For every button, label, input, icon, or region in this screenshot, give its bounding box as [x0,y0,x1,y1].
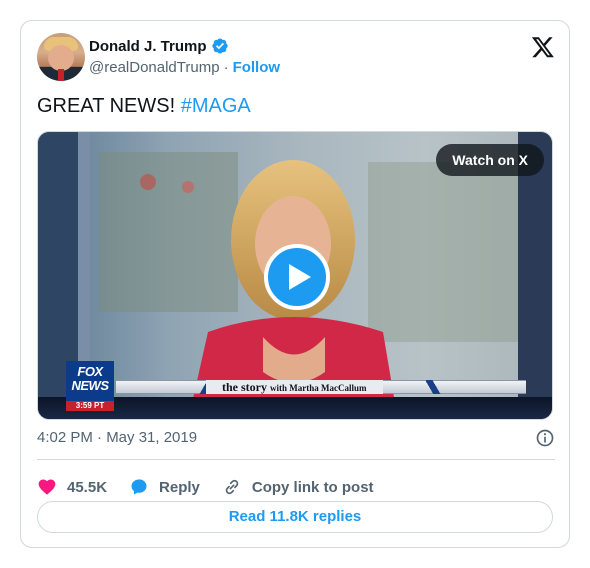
tweet-body: GREAT NEWS! [37,95,181,117]
author-name-row: Donald J. Trump [89,37,229,55]
timestamp-row: 4:02 PM · May 31, 2019 [37,428,555,448]
x-logo-icon[interactable] [531,35,555,59]
separator-dot: · [223,59,229,76]
reply-label: Reply [159,478,200,496]
like-button[interactable]: 45.5K [37,469,107,505]
show-host-text: with Martha MacCallum [270,383,367,393]
copy-link-label: Copy link to post [251,478,374,496]
play-button[interactable] [264,244,330,310]
copy-link-button[interactable]: Copy link to post [222,469,374,505]
tweet-embed-card[interactable]: Donald J. Trump @realDonaldTrump · Follo… [20,20,570,548]
reply-button[interactable]: Reply [129,469,200,505]
info-icon[interactable] [535,428,555,448]
author-handle-row: @realDonaldTrump · Follow [89,59,280,76]
play-icon [289,264,311,290]
network-logo: FOX NEWS 3:59 PT [66,361,114,411]
video-player[interactable]: Watch on X the story with Martha MacCall… [37,131,553,420]
read-replies-button[interactable]: Read 11.8K replies [37,501,553,533]
heart-icon [38,479,56,495]
tweet-timestamp[interactable]: 4:02 PM · May 31, 2019 [37,429,197,446]
watch-on-x-button[interactable]: Watch on X [436,144,544,176]
link-icon [225,479,239,495]
like-count: 45.5K [67,478,108,496]
chyron-bar [38,397,552,419]
verified-badge-icon [211,38,228,54]
author-handle[interactable]: @realDonaldTrump [89,59,220,76]
show-title-text: the story [222,380,267,394]
divider [37,459,555,460]
show-title: the story with Martha MacCallum [206,380,383,394]
swoosh-right-icon [426,380,442,394]
tweet-text: GREAT NEWS! #MAGA [37,94,251,118]
network-time: 3:59 PT [66,401,114,411]
action-bar: 45.5K Reply Copy link to post [37,469,555,505]
network-logo-line2: NEWS [71,378,110,393]
author-display-name[interactable]: Donald J. Trump [89,38,207,55]
tweet-header: Donald J. Trump @realDonaldTrump · Follo… [37,33,555,85]
follow-button[interactable]: Follow [233,59,281,76]
hashtag-link[interactable]: #MAGA [181,95,251,117]
network-logo-line1: FOX [77,364,103,379]
reply-bubble-icon [131,479,147,495]
avatar[interactable] [37,33,85,81]
